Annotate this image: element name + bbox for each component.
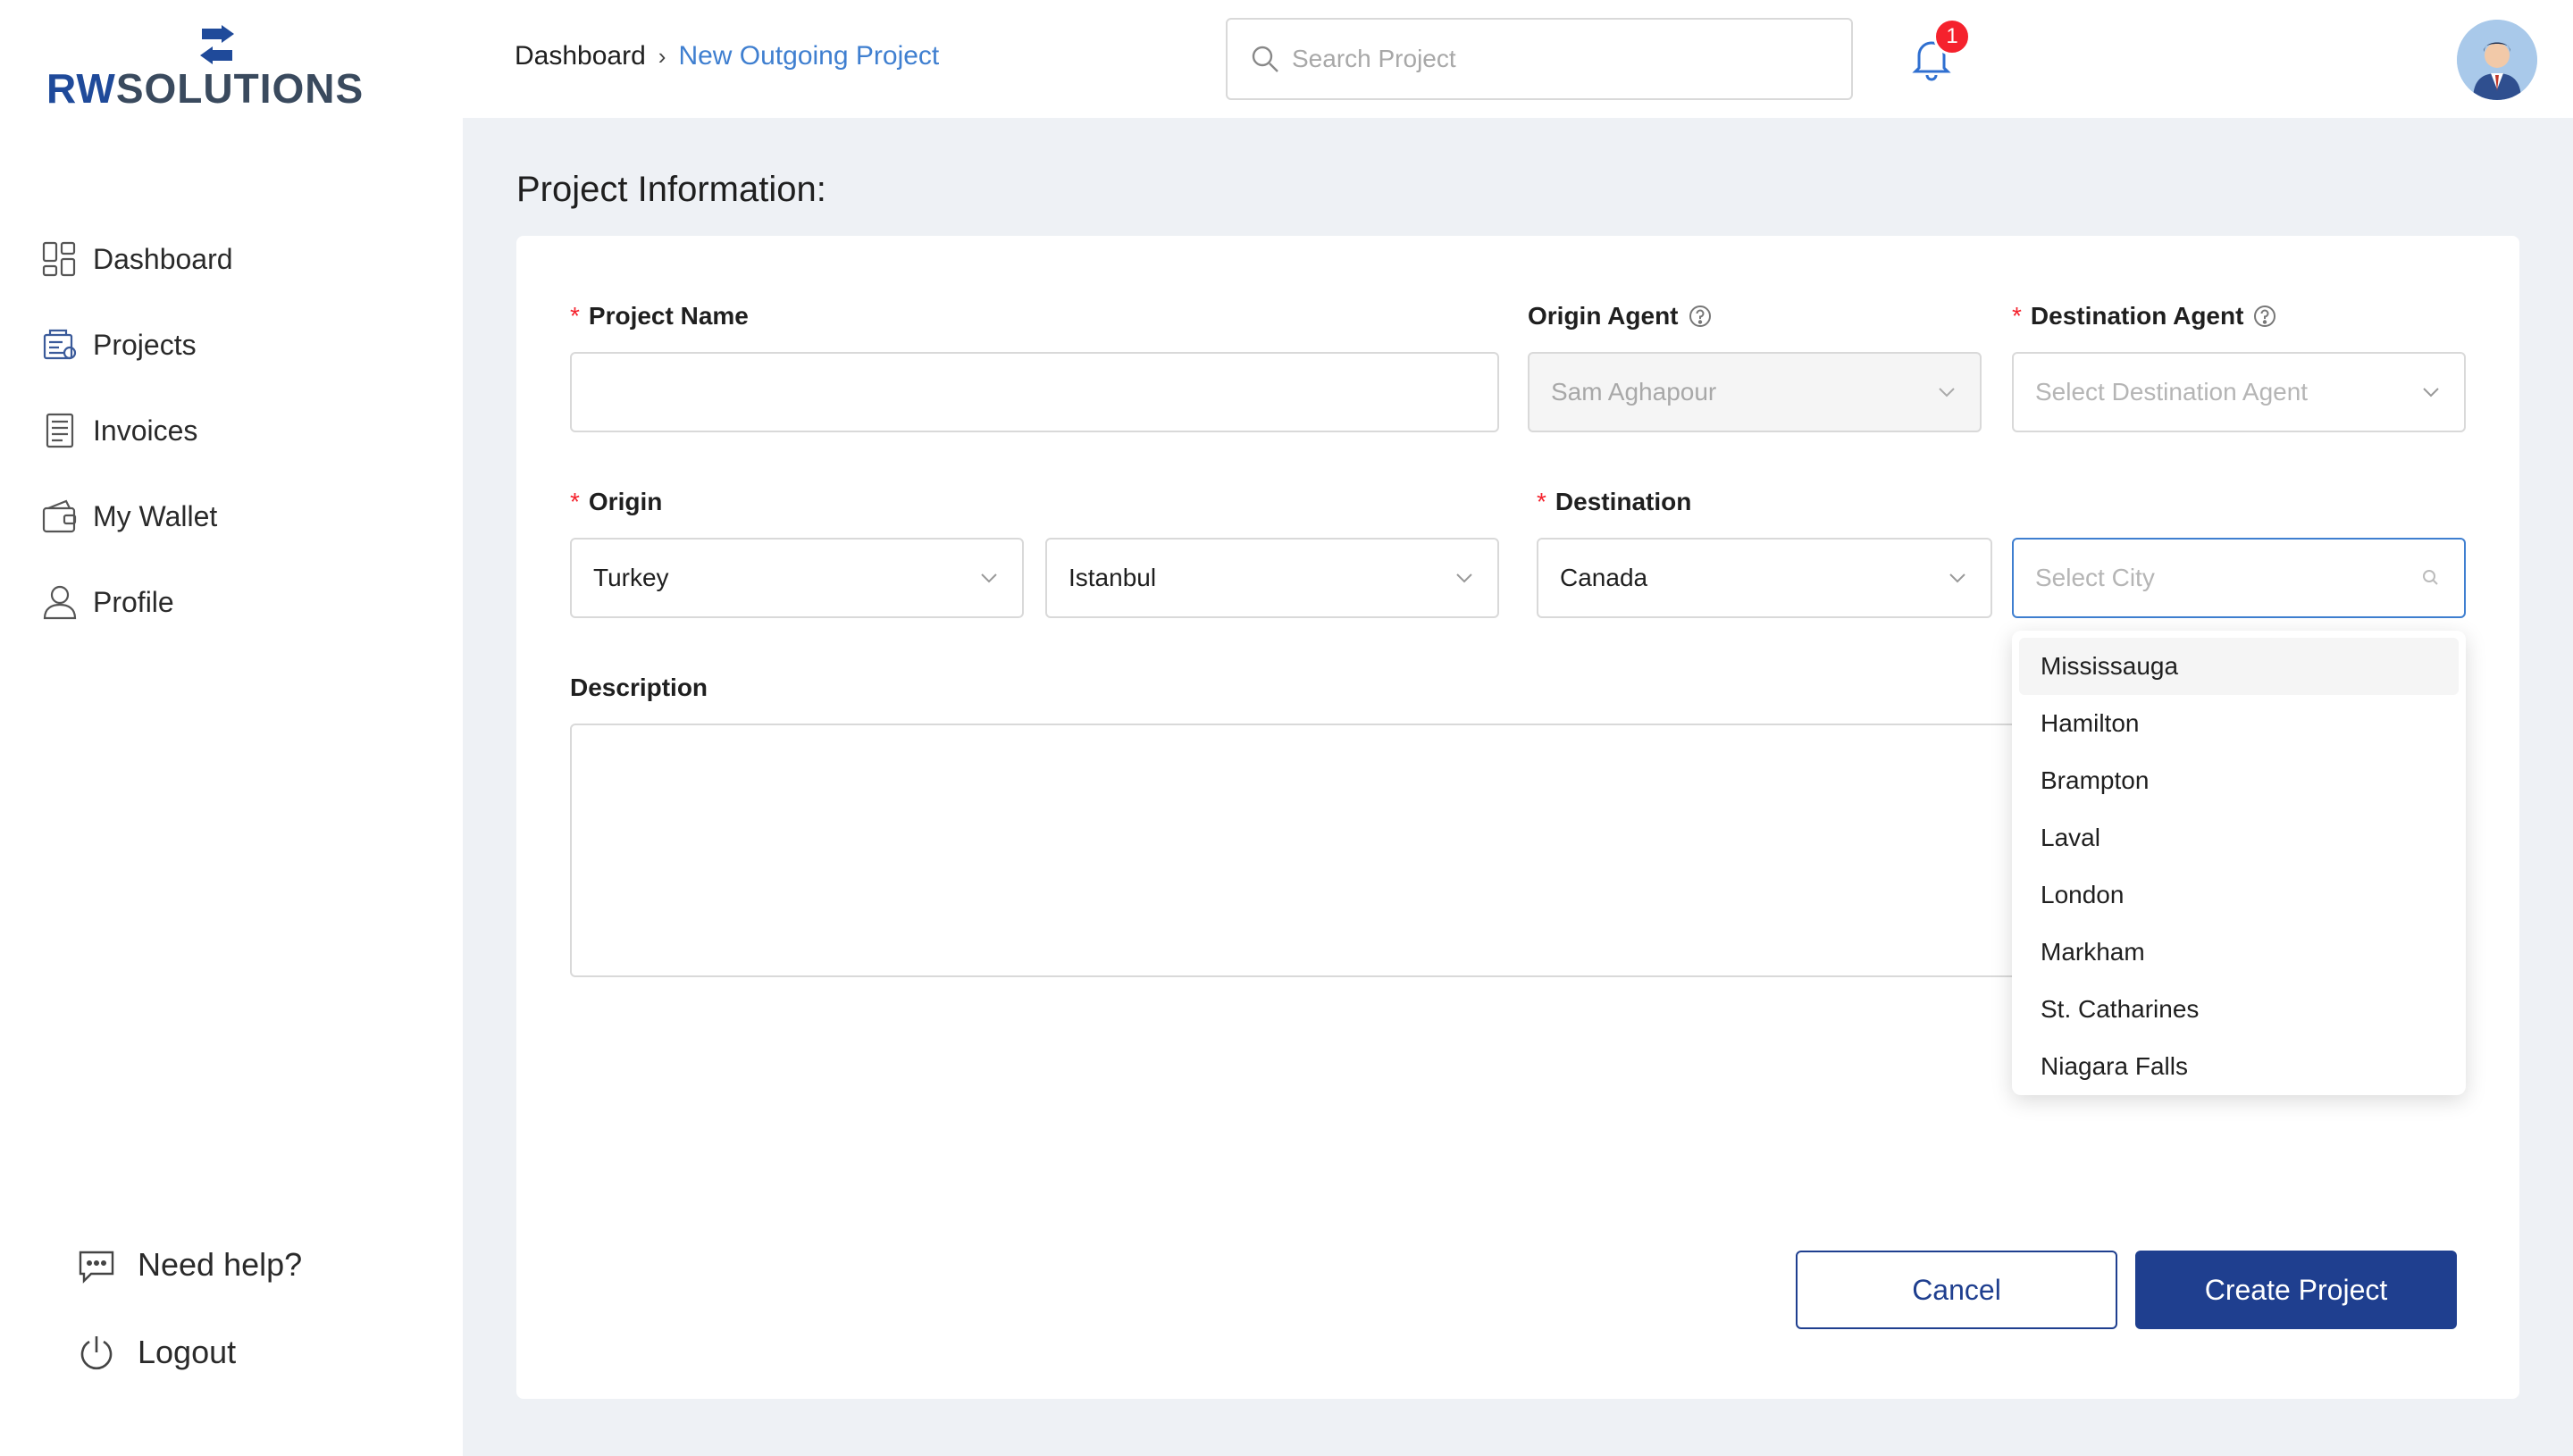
logo-text: RWSOLUTIONS bbox=[46, 65, 365, 112]
description-label: Description bbox=[570, 674, 708, 701]
user-avatar-icon bbox=[2457, 20, 2537, 100]
project-name-field[interactable] bbox=[570, 352, 1499, 432]
project-name-label: * Project Name bbox=[570, 302, 749, 330]
need-help-label: Need help? bbox=[138, 1246, 303, 1283]
destination-city-select[interactable] bbox=[2012, 538, 2466, 618]
breadcrumb: Dashboard › New Outgoing Project bbox=[515, 41, 939, 71]
question-circle-icon[interactable] bbox=[1688, 304, 1713, 329]
question-circle-icon[interactable] bbox=[2252, 304, 2277, 329]
origin-label: * Origin bbox=[570, 488, 663, 515]
sidebar-item-dashboard[interactable]: Dashboard bbox=[41, 232, 233, 286]
destination-agent-placeholder: Select Destination Agent bbox=[2035, 378, 2309, 406]
logout-link[interactable]: Logout bbox=[77, 1320, 302, 1385]
create-project-button[interactable]: Create Project bbox=[2135, 1251, 2457, 1329]
invoices-icon bbox=[46, 413, 74, 448]
city-option-hamilton[interactable]: Hamilton bbox=[2019, 695, 2459, 752]
sidebar: RWSOLUTIONS Dashboard Projects Invoices bbox=[0, 0, 463, 1456]
city-option-st-catharines[interactable]: St. Catharines bbox=[2019, 981, 2459, 1038]
destination-city-input[interactable] bbox=[2035, 564, 2419, 592]
required-mark: * bbox=[570, 488, 580, 515]
origin-agent-label: Origin Agent bbox=[1528, 302, 1713, 331]
notification-badge: 1 bbox=[1933, 18, 1971, 55]
sidebar-item-profile[interactable]: Profile bbox=[41, 575, 233, 629]
destination-agent-label: * Destination Agent bbox=[2012, 302, 2277, 331]
required-mark: * bbox=[1537, 488, 1546, 515]
projects-icon bbox=[43, 329, 77, 360]
chevron-down-icon bbox=[2423, 388, 2439, 397]
city-option-brampton[interactable]: Brampton bbox=[2019, 752, 2459, 809]
search-box[interactable] bbox=[1226, 18, 1853, 100]
chevron-down-icon bbox=[1949, 573, 1965, 583]
dashboard-icon bbox=[42, 241, 76, 277]
destination-label: * Destination bbox=[1537, 488, 1692, 515]
origin-country-value: Turkey bbox=[593, 564, 669, 591]
destination-country-value: Canada bbox=[1560, 564, 1648, 591]
city-option-markham[interactable]: Markham bbox=[2019, 924, 2459, 981]
sidebar-item-label: My Wallet bbox=[93, 499, 218, 532]
chat-icon bbox=[79, 1251, 114, 1284]
breadcrumb-separator: › bbox=[658, 42, 666, 70]
breadcrumb-current: New Outgoing Project bbox=[678, 41, 940, 71]
origin-agent-value: Sam Aghapour bbox=[1551, 378, 1717, 406]
cancel-button[interactable]: Cancel bbox=[1796, 1251, 2117, 1329]
city-option-london[interactable]: London bbox=[2019, 866, 2459, 924]
sidebar-bottom-links: Need help? Logout bbox=[77, 1233, 302, 1408]
search-icon bbox=[2423, 570, 2438, 585]
city-option-mississauga[interactable]: Mississauga bbox=[2019, 638, 2459, 695]
sidebar-item-label: Profile bbox=[93, 585, 174, 618]
sidebar-item-label: Invoices bbox=[93, 414, 198, 447]
logo[interactable]: RWSOLUTIONS bbox=[46, 25, 386, 112]
logo-arrows-icon bbox=[200, 25, 234, 64]
sidebar-item-invoices[interactable]: Invoices bbox=[41, 404, 233, 457]
sidebar-item-projects[interactable]: Projects bbox=[41, 318, 233, 372]
section-title: Project Information: bbox=[516, 170, 826, 209]
chevron-down-icon bbox=[1456, 573, 1472, 583]
required-mark: * bbox=[2012, 302, 2022, 330]
destination-agent-select[interactable]: Select Destination Agent bbox=[2012, 352, 2466, 432]
sidebar-nav: Dashboard Projects Invoices My Wallet Pr… bbox=[41, 232, 233, 661]
sidebar-item-label: Projects bbox=[93, 328, 197, 361]
origin-city-value: Istanbul bbox=[1069, 564, 1157, 591]
city-option-niagara-falls[interactable]: Niagara Falls bbox=[2019, 1038, 2459, 1095]
search-icon bbox=[1252, 46, 1278, 72]
chevron-down-icon bbox=[981, 573, 997, 583]
profile-icon bbox=[43, 585, 77, 620]
search-input[interactable] bbox=[1292, 45, 1828, 73]
wallet-icon bbox=[42, 499, 77, 533]
project-name-input[interactable] bbox=[593, 378, 1476, 406]
destination-country-select[interactable]: Canada bbox=[1537, 538, 1992, 618]
chevron-down-icon bbox=[1939, 388, 1955, 397]
origin-agent-select: Sam Aghapour bbox=[1528, 352, 1982, 432]
sidebar-item-wallet[interactable]: My Wallet bbox=[41, 490, 233, 543]
origin-city-select[interactable]: Istanbul bbox=[1045, 538, 1499, 618]
required-mark: * bbox=[570, 302, 580, 330]
sidebar-item-label: Dashboard bbox=[93, 242, 233, 275]
city-option-laval[interactable]: Laval bbox=[2019, 809, 2459, 866]
breadcrumb-dashboard[interactable]: Dashboard bbox=[515, 41, 646, 71]
power-icon bbox=[80, 1336, 113, 1370]
logout-label: Logout bbox=[138, 1334, 237, 1370]
need-help-link[interactable]: Need help? bbox=[77, 1233, 302, 1297]
avatar[interactable] bbox=[2457, 20, 2537, 100]
origin-country-select[interactable]: Turkey bbox=[570, 538, 1024, 618]
city-dropdown: Mississauga Hamilton Brampton Laval Lond… bbox=[2012, 631, 2466, 1095]
